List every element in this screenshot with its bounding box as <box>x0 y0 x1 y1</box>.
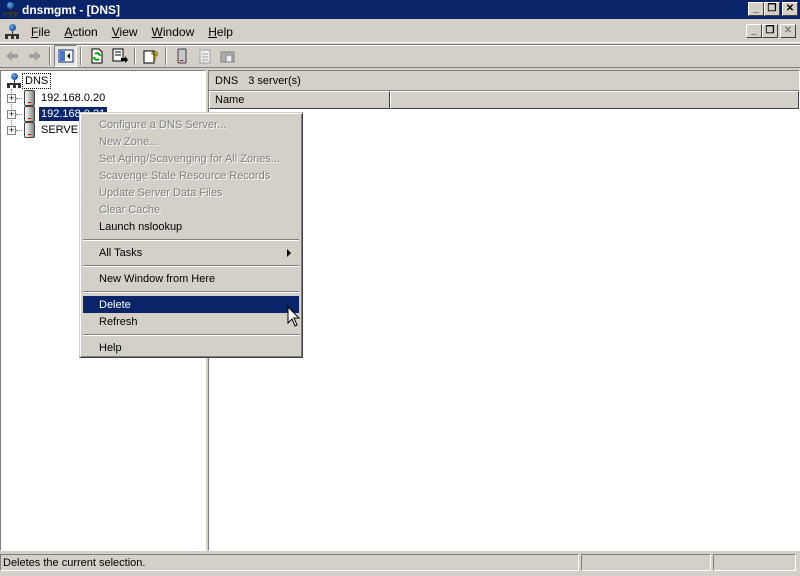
server-icon <box>24 122 35 138</box>
status-text: Deletes the current selection. <box>0 554 579 571</box>
menu-view[interactable]: View <box>105 25 145 39</box>
new-window-button[interactable] <box>216 45 239 67</box>
back-button[interactable] <box>0 45 23 67</box>
close-button[interactable]: ✕ <box>782 2 798 16</box>
menu-item-launch-nslookup[interactable]: Launch nslookup <box>83 218 299 235</box>
status-bar: Deletes the current selection. <box>0 554 800 573</box>
export-list-button[interactable] <box>108 45 131 67</box>
menu-item-new-zone[interactable]: New Zone... <box>83 133 299 150</box>
toolbar: ? <box>0 44 800 68</box>
menu-item-refresh[interactable]: Refresh <box>83 313 299 330</box>
menu-separator <box>83 287 299 296</box>
menu-view-accel: V <box>111 24 120 39</box>
child-close-button[interactable]: ✕ <box>780 24 796 38</box>
menu-action[interactable]: Action <box>57 25 104 39</box>
menu-separator <box>83 330 299 339</box>
menu-item-delete[interactable]: Delete <box>83 296 299 313</box>
window-title: dnsmgmt - [DNS] <box>22 2 120 17</box>
tree-root-label: DNS <box>22 73 52 89</box>
console-icon[interactable] <box>4 23 20 40</box>
details-header: DNS 3 server(s) <box>209 71 799 91</box>
status-panel <box>581 554 711 571</box>
menu-help[interactable]: Help <box>201 25 240 39</box>
notepad-icon <box>199 49 210 64</box>
menu-item-all-tasks[interactable]: All Tasks <box>83 244 299 261</box>
tree-node-label: 192.168.0.20 <box>41 92 106 104</box>
expand-icon[interactable]: + <box>7 125 16 135</box>
folder-icon <box>220 51 234 63</box>
menu-view-label: iew <box>119 24 138 39</box>
menu-help-accel: H <box>208 24 217 39</box>
restore-button[interactable]: ❐ <box>764 2 780 16</box>
toolbar-separator <box>49 47 51 65</box>
server-icon <box>24 90 35 106</box>
context-menu: Configure a DNS Server... New Zone... Se… <box>79 112 303 358</box>
menu-separator <box>83 235 299 244</box>
tree-line <box>16 97 22 99</box>
title-bar: dnsmgmt - [DNS] _ ❐ ✕ <box>0 0 800 19</box>
dns-app-icon <box>2 1 18 18</box>
menu-item-all-tasks-label: All Tasks <box>99 246 143 259</box>
menu-item-update-server-data-files[interactable]: Update Server Data Files <box>83 184 299 201</box>
menu-item-set-aging-scavenging[interactable]: Set Aging/Scavenging for All Zones... <box>83 150 299 167</box>
expand-icon[interactable]: + <box>7 109 16 119</box>
server-icon <box>177 48 186 64</box>
menu-window-accel: W <box>151 24 163 39</box>
menu-separator <box>83 261 299 270</box>
submenu-arrow-icon <box>287 249 291 257</box>
tree-root-dns[interactable]: DNS <box>4 73 52 89</box>
menu-item-configure-dns-server[interactable]: Configure a DNS Server... <box>83 116 299 133</box>
back-arrow-icon <box>5 51 18 61</box>
svg-text:?: ? <box>151 49 158 63</box>
column-headers: Name <box>209 91 799 109</box>
tree-node-server[interactable]: + 192.168.0.20 <box>7 90 107 106</box>
console-tree-icon <box>58 49 73 63</box>
help-icon: ? <box>143 49 158 64</box>
server-button[interactable] <box>170 45 193 67</box>
toolbar-separator <box>80 47 82 65</box>
menu-item-new-window-from-here[interactable]: New Window from Here <box>83 270 299 287</box>
column-header-name[interactable]: Name <box>209 91 390 109</box>
show-hide-console-tree-button[interactable] <box>54 45 77 67</box>
help-button[interactable]: ? <box>139 45 162 67</box>
menu-file[interactable]: File <box>24 25 57 39</box>
menu-file-label: ile <box>38 24 51 39</box>
tree-line <box>16 113 22 115</box>
properties-button[interactable] <box>193 45 216 67</box>
menu-action-label: ction <box>72 24 98 39</box>
child-minimize-button[interactable]: _ <box>746 24 762 38</box>
tree-node-server[interactable]: + SERVER <box>7 122 88 138</box>
forward-arrow-icon <box>28 51 41 61</box>
tree-line <box>16 129 22 131</box>
menu-window[interactable]: Window <box>145 25 202 39</box>
child-restore-button[interactable]: ❐ <box>762 24 778 38</box>
toolbar-separator <box>165 47 167 65</box>
menu-help-label: elp <box>216 24 233 39</box>
mouse-cursor-icon <box>287 306 301 327</box>
expand-icon[interactable]: + <box>7 93 16 103</box>
dns-icon <box>6 73 22 89</box>
menu-item-scavenge-stale-records[interactable]: Scavenge Stale Resource Records <box>83 167 299 184</box>
toolbar-separator <box>134 47 136 65</box>
export-list-icon <box>112 48 128 63</box>
menu-window-label: indow <box>162 24 195 39</box>
details-node-name: DNS <box>215 74 239 87</box>
status-panel <box>713 554 796 571</box>
refresh-icon <box>91 48 102 64</box>
refresh-button[interactable] <box>85 45 108 67</box>
minimize-button[interactable]: _ <box>748 2 764 16</box>
menu-bar: File Action View Window Help _ ❐ ✕ <box>0 21 800 43</box>
menu-item-help[interactable]: Help <box>83 339 299 356</box>
column-header-empty[interactable] <box>390 91 799 109</box>
menu-item-clear-cache[interactable]: Clear Cache <box>83 201 299 218</box>
details-count: 3 server(s) <box>248 74 301 87</box>
forward-button[interactable] <box>23 45 46 67</box>
server-icon <box>24 106 35 122</box>
